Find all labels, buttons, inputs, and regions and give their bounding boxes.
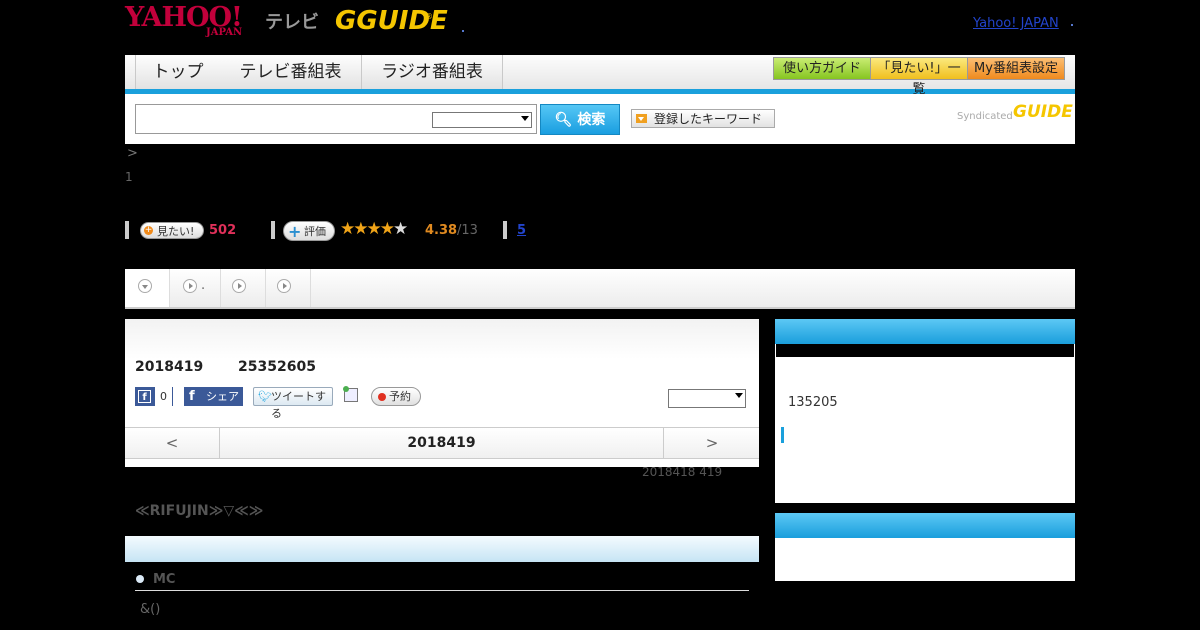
registered-keyword-label: 登録したキーワード (654, 112, 763, 126)
page-indicator: 1 (125, 170, 133, 184)
registered-mark: ® (425, 12, 433, 21)
divider (125, 221, 129, 239)
update-note: 2018418 419 (642, 465, 723, 479)
sidebar-box-2 (775, 513, 1075, 581)
facebook-share-button[interactable]: f シェア (184, 387, 243, 406)
program-tab-3[interactable] (221, 269, 266, 307)
facebook-share-label: シェア (206, 390, 239, 403)
mitai-list-button[interactable]: 「見たい!」一覧 (870, 57, 968, 97)
star-rating: ★★★★★ (340, 219, 408, 239)
facebook-icon: f (138, 390, 151, 403)
program-date: 2018419 (135, 359, 204, 375)
syndicated-label: Syndicated (957, 111, 1013, 122)
reserve-button[interactable]: 予約 (371, 387, 421, 406)
filled-stars-icon: ★★★★ (340, 219, 395, 239)
dropdown-arrow-icon (735, 393, 743, 398)
program-panel: 2018419 25352605 f 0 f シェア 🐦︎ ツイートする 予約 … (125, 319, 759, 467)
search-button-label: 検索 (577, 112, 606, 128)
sidebar-box-2-header (775, 513, 1075, 538)
sidebar-box-1-text: 135205 (788, 395, 838, 410)
syndicated-gguide-logo: GUIDE (1013, 102, 1073, 122)
dropdown-arrow-icon (521, 116, 529, 121)
day-navigation: < 2018419 > (125, 427, 759, 459)
current-day: 2018419 (407, 435, 476, 451)
facebook-icon: f (189, 389, 195, 404)
tab-play-icon (183, 279, 197, 293)
section-header-band (125, 536, 759, 562)
search-bar: 🔍︎ 検索 登録したキーワード Syndicated GUIDE (125, 94, 1075, 144)
program-tab-1[interactable] (125, 269, 170, 307)
sidebar-box-1: 135205 (775, 319, 1075, 503)
program-tab-2[interactable]: . (170, 269, 221, 307)
search-category-select[interactable] (432, 112, 532, 128)
gguide-logo[interactable]: GGUIDE (335, 6, 448, 36)
breadcrumb: > (127, 146, 138, 161)
registered-keyword-button[interactable]: 登録したキーワード (631, 109, 775, 128)
rate-button-label: 評価 (304, 225, 326, 238)
yahoo-japan-link[interactable]: Yahoo! JAPAN (973, 16, 1059, 31)
twitter-bird-icon: 🐦︎ (258, 390, 272, 403)
add-calendar-icon[interactable] (343, 386, 358, 402)
main-nav: トップ テレビ番組表 ラジオ番組表 使い方ガイド 「見たい!」一覧 My番組表設… (125, 55, 1075, 97)
program-title: ≪RIFUJIN≫▽≪≫ (135, 503, 264, 519)
tab-play-icon (277, 279, 291, 293)
search-icon: 🔍︎ (554, 112, 573, 128)
tv-logo-text: テレビ (265, 12, 319, 33)
chevron-down-icon (636, 114, 647, 123)
next-day-button[interactable]: > (663, 428, 760, 458)
plus-icon: + (288, 222, 302, 241)
program-options-select[interactable] (668, 389, 746, 408)
rating-score: 4.38 (425, 223, 458, 238)
nav-tab-top[interactable]: トップ (135, 55, 221, 89)
mitai-button[interactable]: + 見たい! (140, 222, 204, 239)
cast-text: &() (140, 602, 161, 617)
divider (503, 221, 507, 239)
divider (135, 590, 749, 591)
tweet-button[interactable]: 🐦︎ ツイートする (253, 387, 333, 420)
tab-down-icon (138, 279, 152, 293)
mitai-count: 502 (209, 223, 237, 238)
program-tab-2-label: . (201, 278, 206, 293)
facebook-like-count: 0 (155, 387, 172, 406)
reserve-label: 予約 (389, 390, 411, 403)
facebook-like-button[interactable]: f 0 (135, 387, 173, 406)
mc-heading: MC (153, 572, 176, 587)
tab-play-icon (232, 279, 246, 293)
divider (271, 221, 275, 239)
program-tab-strip: . (125, 269, 1075, 309)
rating-count: /13 (457, 223, 478, 238)
sidebar-box-1-header (775, 319, 1075, 344)
prev-day-button[interactable]: < (125, 428, 220, 458)
plus-icon: + (144, 225, 153, 235)
record-dot-icon (378, 393, 386, 401)
program-tab-4[interactable] (266, 269, 311, 307)
sidebar-box-1-banner (776, 344, 1074, 357)
review-count-link[interactable]: 5 (517, 223, 526, 238)
rate-button[interactable]: + 評価 (283, 221, 335, 241)
header-link-dot (1071, 24, 1073, 26)
yahoo-japan-logo-text: JAPAN (206, 27, 243, 38)
sidebar-item-marker (781, 427, 784, 443)
mitai-button-label: 見たい! (157, 225, 195, 238)
my-schedule-settings-button[interactable]: My番組表設定 (967, 57, 1065, 80)
nav-tab-tv-schedule[interactable]: テレビ番組表 (220, 55, 362, 89)
bullet-icon (136, 575, 144, 583)
program-time: 25352605 (238, 359, 316, 375)
header-dot (462, 30, 464, 32)
usage-guide-button[interactable]: 使い方ガイド (773, 57, 871, 80)
nav-tab-radio-schedule[interactable]: ラジオ番組表 (362, 55, 503, 89)
empty-star-icon: ★ (392, 219, 408, 239)
search-button[interactable]: 🔍︎ 検索 (540, 104, 620, 135)
tweet-label: ツイートする (271, 390, 326, 420)
